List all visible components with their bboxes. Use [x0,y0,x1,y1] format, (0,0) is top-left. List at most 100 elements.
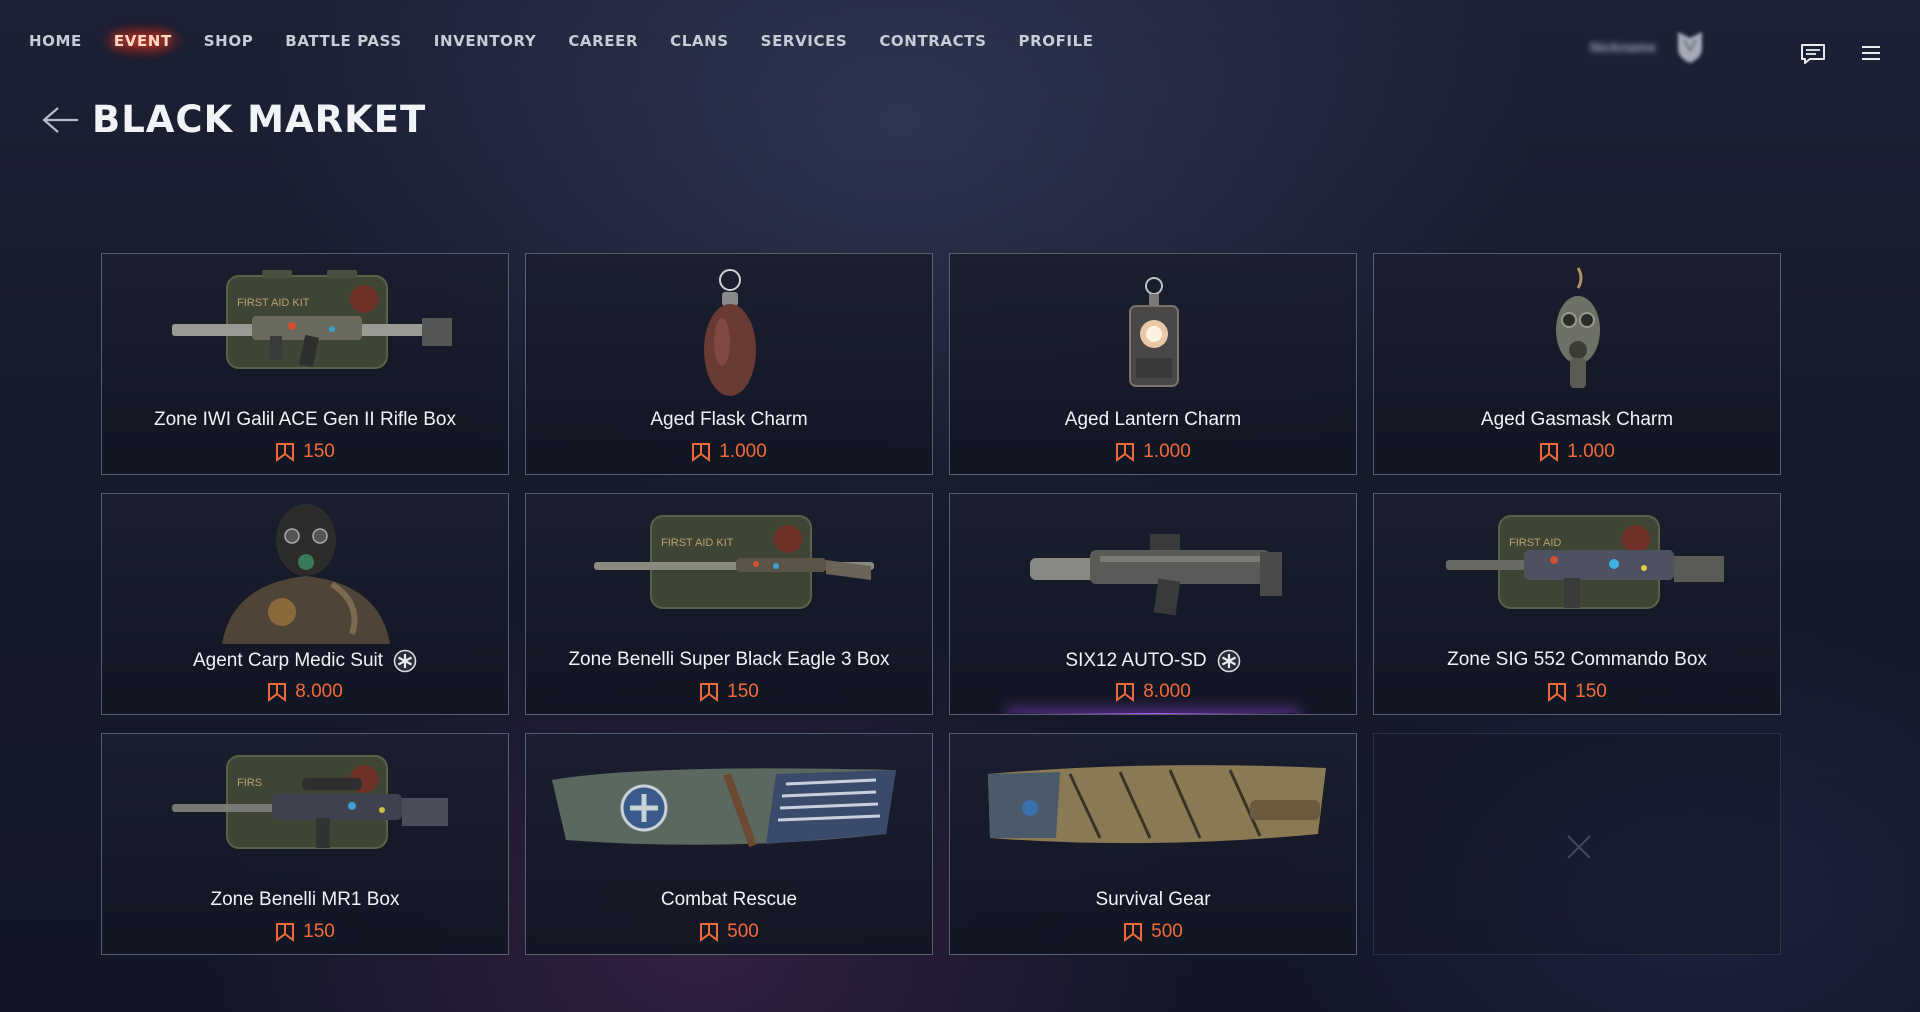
item-price: 1.000 [1374,441,1780,468]
item-name-row: Zone Benelli Super Black Eagle 3 Box [568,649,889,671]
item-name: Zone IWI Galil ACE Gen II Rifle Box [102,409,508,431]
item-name-row: Zone IWI Galil ACE Gen II Rifle Box [154,409,456,431]
currency-icon [1540,443,1559,462]
item-name-row: Survival Gear [1095,889,1210,911]
item-name-row: Aged Lantern Charm [1065,409,1241,431]
item-card[interactable]: Aged Gasmask Charm 1.000 [1373,253,1781,475]
item-name-row: Zone Benelli MR1 Box [210,889,399,911]
price-inner: 1.000 [1115,441,1191,463]
hamburger-menu-icon[interactable] [1862,45,1880,61]
item-price: 8.000 [950,681,1356,708]
item-price: 500 [950,921,1356,948]
nav-item-career[interactable]: CAREER [568,32,638,50]
item-name-row: Agent Carp Medic Suit [193,649,417,673]
price-value: 1.000 [719,441,767,462]
item-name-text: Aged Gasmask Charm [1480,409,1674,430]
nav-item-inventory[interactable]: INVENTORY [434,32,537,50]
nav-item-home[interactable]: HOME [29,32,82,50]
currency-icon [692,443,711,462]
item-name: Aged Flask Charm [526,409,932,431]
weapon-case-image: FIRST AID [1446,515,1724,609]
currency-icon [1548,683,1567,702]
page-title: BLACK MARKET [92,98,427,141]
nav-item-clans[interactable]: CLANS [670,32,729,50]
user-profile-area[interactable]: Nickname [1590,30,1704,64]
currency-icon [1124,923,1143,942]
currency-icon [700,683,719,702]
chat-icon[interactable] [1800,43,1826,65]
item-name-text: Combat Rescue [660,889,798,910]
item-name-row: Combat Rescue [661,889,797,911]
item-name-row: Zone SIG 552 Commando Box [1447,649,1707,671]
weapon-case-image: FIRST AID KIT [172,270,452,369]
top-navigation: HOME EVENT SHOP BATTLE PASS INVENTORY CA… [0,0,1920,84]
nav-item-contracts[interactable]: CONTRACTS [879,32,986,50]
item-name-text: Aged Flask Charm [650,409,808,430]
item-card[interactable]: FIRS Zone Benelli MR1 Box 150 [101,733,509,955]
arrow-left-icon[interactable] [40,104,80,136]
price-inner: 500 [1123,921,1183,943]
svg-text:FIRST AID KIT: FIRST AID KIT [661,537,734,549]
currency-icon [700,923,719,942]
nav-item-shop[interactable]: SHOP [204,32,254,50]
item-card[interactable]: Survival Gear 500 [949,733,1357,955]
svg-text:FIRST AID KIT: FIRST AID KIT [237,297,310,309]
item-price: 500 [526,921,932,948]
shotgun-case-image: FIRST AID KIT [594,515,874,609]
price-inner: 500 [699,921,759,943]
price-inner: 8.000 [267,681,343,703]
item-name-text: Zone IWI Galil ACE Gen II Rifle Box [154,409,456,430]
item-grid: FIRST AID KIT Zone IWI Galil ACE Gen II … [101,253,1781,955]
price-inner: 1.000 [691,441,767,463]
item-price: 150 [526,681,932,708]
item-card[interactable]: SIX12 AUTO-SD 8.000 [949,493,1357,715]
nav-item-profile[interactable]: PROFILE [1018,32,1093,50]
price-value: 150 [727,681,759,702]
item-card[interactable]: FIRST AID KIT Zone Benelli Super Black E… [525,493,933,715]
rarity-badge-icon [393,649,417,673]
item-name: Zone Benelli MR1 Box [102,889,508,911]
item-name-text: Zone Benelli MR1 Box [210,889,400,910]
nav-item-battle-pass[interactable]: BATTLE PASS [285,32,401,50]
price-value: 150 [1575,681,1607,702]
nav-item-event[interactable]: EVENT [99,22,186,60]
item-card[interactable]: Aged Flask Charm 1.000 [525,253,933,475]
svg-text:FIRST AID: FIRST AID [1509,537,1561,549]
item-name: SIX12 AUTO-SD [950,649,1356,673]
item-card[interactable]: FIRST AID Zone SIG 552 Commando Box 150 [1373,493,1781,715]
currency-icon [276,443,295,462]
svg-text:FIRS: FIRS [237,777,262,789]
price-value: 500 [1151,921,1183,942]
nav-item-services[interactable]: SERVICES [761,32,848,50]
item-name-row: Aged Flask Charm [650,409,807,431]
price-inner: 8.000 [1115,681,1191,703]
gasmask-charm-image [1556,267,1600,388]
price-value: 150 [303,921,335,942]
bedroll-image [988,765,1326,844]
item-card[interactable]: Aged Lantern Charm 1.000 [949,253,1357,475]
item-card[interactable]: Combat Rescue 500 [525,733,933,955]
item-card[interactable]: Agent Carp Medic Suit 8.000 [101,493,509,715]
item-card[interactable]: FIRST AID KIT Zone IWI Galil ACE Gen II … [101,253,509,475]
item-name-text: Zone SIG 552 Commando Box [1447,649,1707,670]
item-name-text: Survival Gear [1095,889,1211,910]
price-value: 8.000 [1143,681,1191,702]
lantern-charm-image [1129,277,1179,387]
price-value: 150 [303,441,335,462]
item-name: Combat Rescue [526,889,932,911]
item-name: Aged Lantern Charm [950,409,1356,431]
currency-icon [1116,443,1135,462]
empty-slot-icon [1567,835,1591,859]
item-name: Aged Gasmask Charm [1374,409,1780,431]
price-value: 1.000 [1567,441,1615,462]
item-price: 1.000 [526,441,932,468]
price-inner: 150 [699,681,759,703]
item-name-row: Aged Gasmask Charm [1481,409,1673,431]
rarity-badge-icon [1217,649,1240,673]
price-inner: 150 [275,441,335,463]
price-value: 1.000 [1143,441,1191,462]
nav-menu: HOME EVENT SHOP BATTLE PASS INVENTORY CA… [29,22,1126,60]
item-price: 1.000 [950,441,1356,468]
price-value: 500 [727,921,759,942]
rank-badge-icon [1678,32,1703,63]
